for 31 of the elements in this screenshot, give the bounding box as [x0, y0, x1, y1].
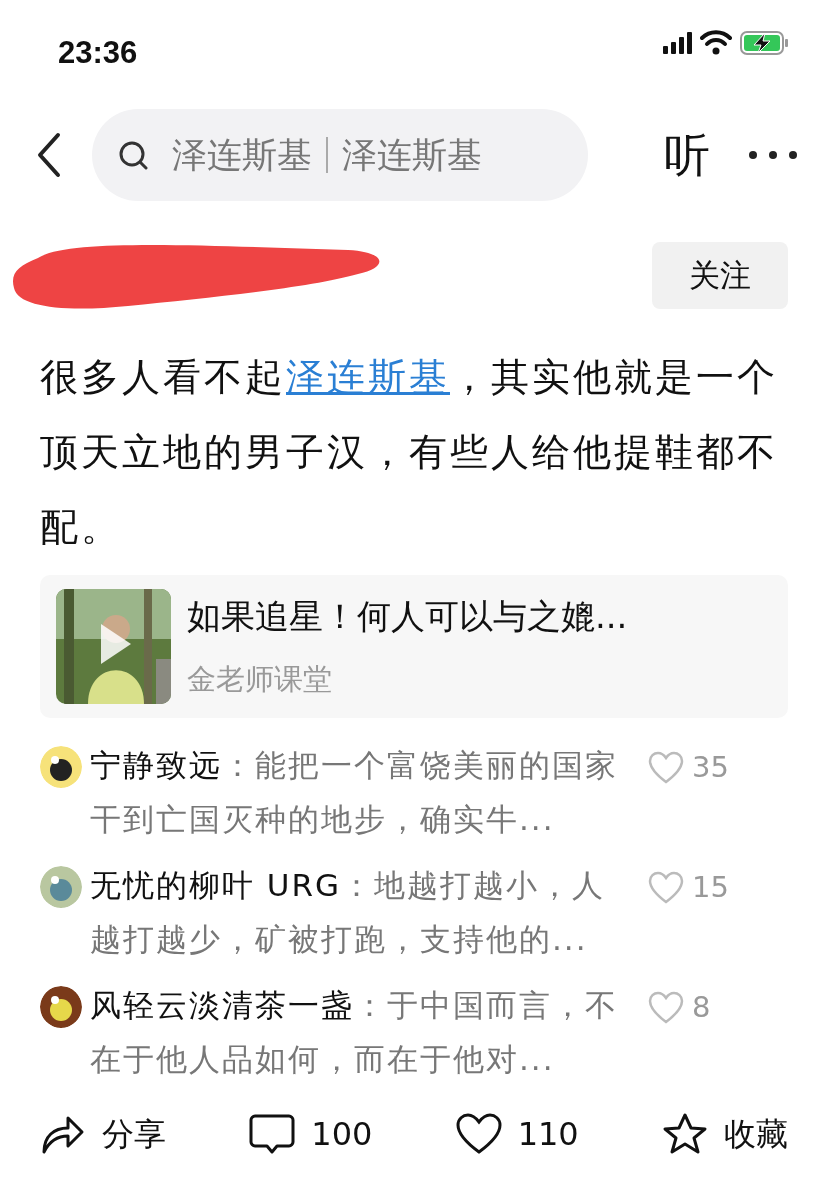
more-icon[interactable]	[748, 150, 798, 160]
comment-button[interactable]: 100	[249, 1110, 373, 1158]
search-field[interactable]: 泽连斯基 泽连斯基	[92, 109, 588, 201]
like-button[interactable]: 110	[455, 1110, 579, 1158]
heart-icon[interactable]	[648, 991, 684, 1025]
signal-icon	[663, 31, 692, 54]
video-title: 如果追星！何人可以与之媲...	[187, 595, 628, 639]
star-icon	[662, 1112, 708, 1156]
wifi-icon	[700, 30, 732, 55]
share-button[interactable]: 分享	[40, 1110, 166, 1158]
like-count: 15	[692, 869, 729, 906]
comment-text: 风轻云淡清茶一盏：于中国而言，不在于他人品如何，而在于他对...	[90, 986, 619, 1079]
favorite-button[interactable]: 收藏	[662, 1110, 788, 1158]
video-source: 金老师课堂	[187, 661, 333, 699]
comment-text: 宁静致远：能把一个富饶美丽的国家干到亡国灭种的地步，确实牛...	[90, 746, 619, 839]
search-term: 泽连斯基	[172, 133, 312, 177]
post-text: 很多人看不起泽连斯基，其实他就是一个顶天立地的男子汉，有些人给他提鞋都不配。	[39, 354, 779, 551]
like-count: 35	[692, 749, 729, 786]
clock-time: 23:36	[58, 34, 138, 72]
search-icon	[118, 140, 148, 170]
follow-button[interactable]: 关注	[652, 241, 788, 309]
heart-icon[interactable]	[648, 871, 684, 905]
comment-text: 无忧的柳叶 URG：地越打越小，人越打越少，矿被打跑，支持他的...	[90, 866, 607, 959]
heart-icon	[455, 1112, 502, 1156]
speech-bubble-icon	[249, 1112, 296, 1156]
search-term: 泽连斯基	[342, 133, 482, 177]
heart-icon[interactable]	[648, 751, 684, 785]
like-count: 8	[692, 989, 711, 1026]
listen-button[interactable]: 听	[664, 120, 710, 190]
video-card[interactable]: 如果追星！何人可以与之媲... 金老师课堂	[40, 575, 788, 718]
topic-link[interactable]: 泽连斯基	[286, 355, 450, 399]
